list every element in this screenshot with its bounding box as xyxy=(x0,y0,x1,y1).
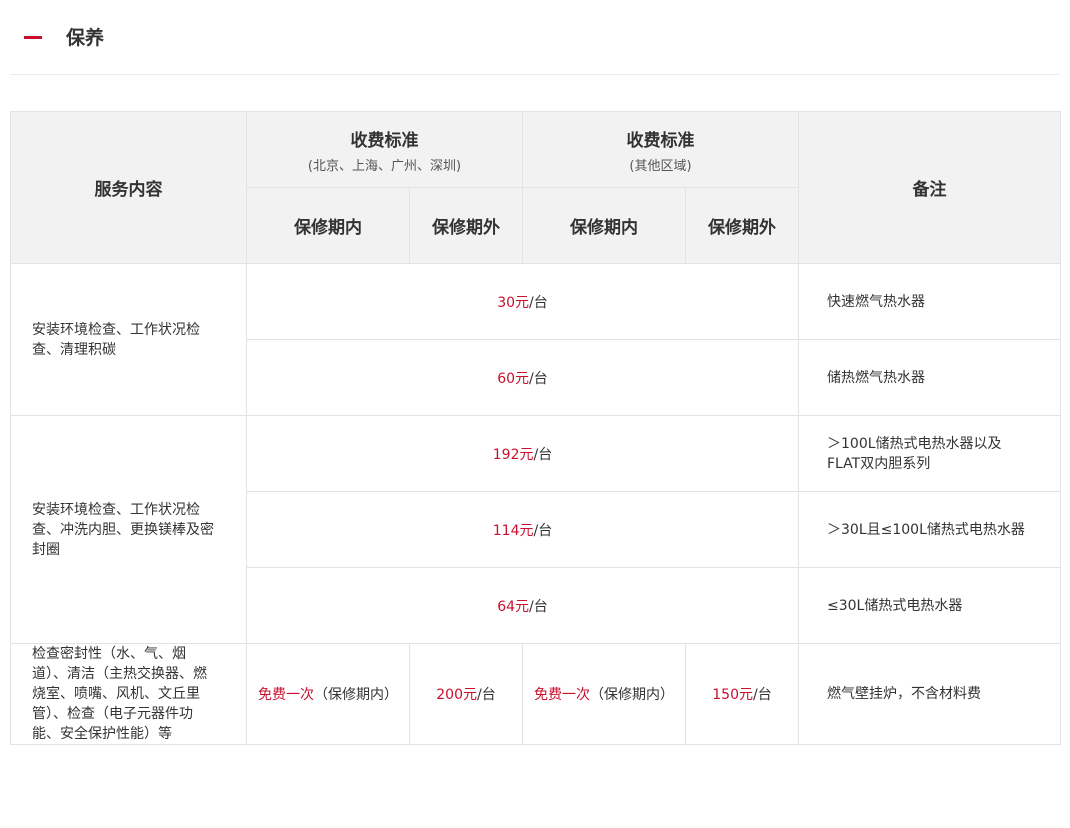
free-once-label: 免费一次 xyxy=(534,687,590,703)
table-row: 检查密封性（水、气、烟道）、清洁（主热交换器、燃烧室、喷嘴、风机、文丘里管）、检… xyxy=(10,643,1061,745)
maintenance-price-table: 服务内容 收费标准 (北京、上海、广州、深圳) 收费标准 (其他区域) 备注 保… xyxy=(10,111,1061,745)
header-group-note: (北京、上海、广州、深圳) xyxy=(307,158,462,174)
price-value: 150元 xyxy=(712,687,753,703)
header-in-warranty: 保修期内 xyxy=(246,187,410,264)
price-cell: 192元/台 xyxy=(246,415,799,492)
service-content-cell: 安装环境检查、工作状况检查、清理积碳 xyxy=(10,263,247,416)
header-group-note: (其他区域) xyxy=(629,158,692,174)
header-out-warranty: 保修期外 xyxy=(409,187,523,264)
remark-cell: ≤30L储热式电热水器 xyxy=(798,567,1061,644)
section-header: 保养 xyxy=(10,0,1060,75)
table-row: 安装环境检查、工作状况检查、冲洗内胆、更换镁棒及密封圈 192元/台 ＞100L… xyxy=(10,415,1061,644)
header-group-title: 收费标准 xyxy=(350,130,419,151)
header-group-major-cities: 收费标准 (北京、上海、广州、深圳) xyxy=(246,111,523,188)
section-title: 保养 xyxy=(66,27,105,49)
price-cell-out-warranty: 150元/台 xyxy=(685,643,799,745)
price-unit: /台 xyxy=(533,446,553,463)
price-value: 30元 xyxy=(497,294,530,311)
section-accent-dash xyxy=(24,36,42,39)
price-unit: /台 xyxy=(753,687,772,703)
price-unit: /台 xyxy=(477,687,496,703)
price-cell-in-warranty: 免费一次（保修期内） xyxy=(522,643,686,745)
price-cell: 60元/台 xyxy=(246,339,799,416)
price-value: 64元 xyxy=(497,598,530,615)
remark-cell: 燃气壁挂炉，不含材料费 xyxy=(798,643,1061,745)
price-cell: 30元/台 xyxy=(246,263,799,340)
price-unit: /台 xyxy=(533,522,553,539)
price-value: 192元 xyxy=(492,446,534,463)
remark-cell: ＞30L且≤100L储热式电热水器 xyxy=(798,491,1061,568)
price-cell-out-warranty: 200元/台 xyxy=(409,643,523,745)
price-value: 60元 xyxy=(497,370,530,387)
header-remark: 备注 xyxy=(798,111,1061,264)
price-value: 114元 xyxy=(492,522,534,539)
remark-cell: 储热燃气热水器 xyxy=(798,339,1061,416)
free-once-label: 免费一次 xyxy=(258,687,314,703)
table-row: 安装环境检查、工作状况检查、清理积碳 30元/台 快速燃气热水器 xyxy=(10,263,1061,416)
price-cell: 64元/台 xyxy=(246,567,799,644)
price-value: 200元 xyxy=(436,687,477,703)
price-unit: /台 xyxy=(529,370,548,387)
price-cell-in-warranty: 免费一次（保修期内） xyxy=(246,643,410,745)
remark-cell: ＞100L储热式电热水器以及FLAT双内胆系列 xyxy=(798,415,1061,492)
header-group-title: 收费标准 xyxy=(626,130,695,151)
warranty-note: （保修期内） xyxy=(590,687,674,703)
price-cell: 114元/台 xyxy=(246,491,799,568)
warranty-note: （保修期内） xyxy=(314,687,398,703)
service-content-cell: 安装环境检查、工作状况检查、冲洗内胆、更换镁棒及密封圈 xyxy=(10,415,247,644)
price-unit: /台 xyxy=(529,294,548,311)
service-content-cell: 检查密封性（水、气、烟道）、清洁（主热交换器、燃烧室、喷嘴、风机、文丘里管）、检… xyxy=(10,643,247,745)
header-service: 服务内容 xyxy=(10,111,247,264)
header-in-warranty: 保修期内 xyxy=(522,187,686,264)
header-out-warranty: 保修期外 xyxy=(685,187,799,264)
remark-cell: 快速燃气热水器 xyxy=(798,263,1061,340)
price-unit: /台 xyxy=(529,598,548,615)
header-group-other-regions: 收费标准 (其他区域) xyxy=(522,111,799,188)
